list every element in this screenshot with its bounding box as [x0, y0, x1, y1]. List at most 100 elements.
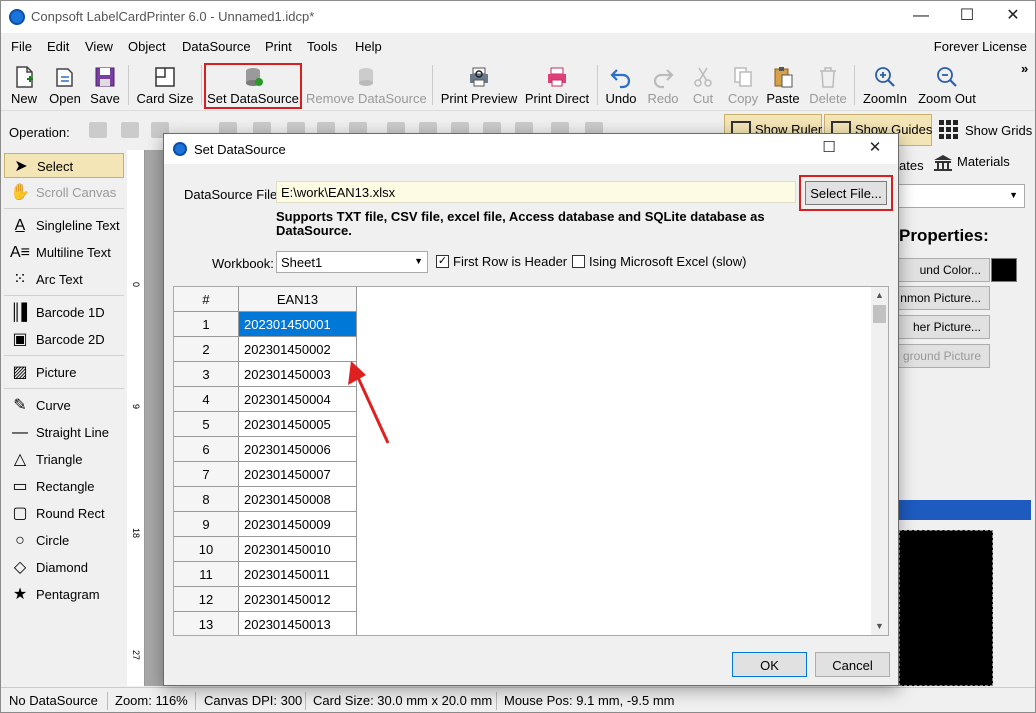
table-row[interactable]: 2 202301450002 [174, 337, 357, 362]
ean13-cell[interactable]: 202301450004 [239, 387, 357, 412]
dialog-app-icon [173, 142, 187, 156]
zoom-out-button[interactable]: Zoom Out [915, 61, 979, 109]
bring-front-icon[interactable] [89, 122, 107, 138]
send-back-icon[interactable] [121, 122, 139, 138]
tool-curve[interactable]: ✎ Curve [4, 393, 124, 418]
remove-datasource-button[interactable]: Remove DataSource [306, 61, 427, 109]
cut-button[interactable]: Cut [689, 61, 717, 109]
tool-select[interactable]: ➤ Select [4, 153, 124, 178]
ean13-cell[interactable]: 202301450013 [239, 612, 357, 635]
tool-barcode-2d[interactable]: ▣ Barcode 2D [4, 327, 124, 352]
dialog-maximize-button[interactable]: ☐ [806, 134, 852, 164]
scroll-down-icon[interactable]: ▼ [871, 618, 888, 635]
ean13-cell[interactable]: 202301450011 [239, 562, 357, 587]
copy-button[interactable]: Copy [725, 61, 761, 109]
menu-edit[interactable]: Edit [47, 39, 69, 54]
ean13-cell[interactable]: 202301450008 [239, 487, 357, 512]
ean13-cell[interactable]: 202301450012 [239, 587, 357, 612]
first-row-header-checkbox[interactable]: ✓ First Row is Header [436, 254, 567, 269]
print-preview-button[interactable]: Print Preview [439, 61, 519, 109]
cancel-button[interactable]: Cancel [815, 652, 890, 677]
common-picture-button[interactable]: nmon Picture... [887, 286, 990, 310]
table-row[interactable]: 4 202301450004 [174, 387, 357, 412]
workbook-select[interactable]: Sheet1 ▼ [276, 251, 428, 273]
data-preview-grid[interactable]: # EAN13 1 202301450001 2 202301450002 3 20230… [173, 286, 889, 636]
delete-button[interactable]: Delete [807, 61, 849, 109]
table-row[interactable]: 3 202301450003 [174, 362, 357, 387]
datasource-file-field[interactable]: E:\work\EAN13.xlsx [276, 181, 796, 203]
grid-header-ean13[interactable]: EAN13 [239, 287, 357, 312]
tab-materials[interactable]: Materials [933, 154, 1010, 171]
menu-tools[interactable]: Tools [307, 39, 337, 54]
open-button[interactable]: Open [47, 61, 83, 109]
table-row[interactable]: 1 202301450001 [174, 312, 357, 337]
table-row[interactable]: 10 202301450010 [174, 537, 357, 562]
checkbox-empty-icon [572, 255, 585, 268]
tool-diamond[interactable]: ◇ Diamond [4, 555, 124, 580]
close-button[interactable]: ✕ [990, 1, 1035, 33]
tool-circle[interactable]: ○ Circle [4, 528, 124, 553]
ok-button[interactable]: OK [732, 652, 807, 677]
background-color-button[interactable]: und Color... [887, 258, 990, 282]
table-row[interactable]: 11 202301450011 [174, 562, 357, 587]
table-row[interactable]: 13 202301450013 [174, 612, 357, 635]
table-row[interactable]: 6 202301450006 [174, 437, 357, 462]
other-picture-button[interactable]: her Picture... [887, 315, 990, 339]
tab-templates[interactable]: ates [899, 158, 924, 173]
tool-multiline-text[interactable]: A≡ Multiline Text [4, 240, 124, 265]
object-select-combo[interactable]: ▼ [897, 184, 1025, 208]
ean13-cell[interactable]: 202301450010 [239, 537, 357, 562]
toolbar-overflow-button[interactable]: » [1021, 61, 1028, 76]
paste-button[interactable]: Paste [765, 61, 801, 109]
scroll-up-icon[interactable]: ▲ [871, 287, 888, 304]
table-row[interactable]: 8 202301450008 [174, 487, 357, 512]
background-picture-button[interactable]: ground Picture [887, 344, 990, 368]
menu-file[interactable]: File [11, 39, 32, 54]
menu-help[interactable]: Help [355, 39, 382, 54]
dialog-close-button[interactable]: ✕ [852, 134, 898, 164]
undo-button[interactable]: Undo [603, 61, 639, 109]
ean13-cell[interactable]: 202301450007 [239, 462, 357, 487]
new-button[interactable]: New [7, 61, 41, 109]
ean13-cell[interactable]: 202301450005 [239, 412, 357, 437]
ean13-cell[interactable]: 202301450006 [239, 437, 357, 462]
tool-scroll-canvas[interactable]: ✋ Scroll Canvas [4, 180, 124, 205]
table-row[interactable]: 9 202301450009 [174, 512, 357, 537]
ean13-cell[interactable]: 202301450009 [239, 512, 357, 537]
ean13-cell[interactable]: 202301450002 [239, 337, 357, 362]
menu-view[interactable]: View [85, 39, 113, 54]
print-direct-button[interactable]: Print Direct [523, 61, 591, 109]
tool-round-rect[interactable]: ▢ Round Rect [4, 501, 124, 526]
redo-button[interactable]: Redo [645, 61, 681, 109]
card-size-button[interactable]: Card Size [135, 61, 195, 109]
ean13-cell[interactable]: 202301450001 [239, 312, 357, 337]
row-index: 2 [174, 337, 239, 362]
tool-singleline-text[interactable]: A̲ Singleline Text [4, 213, 124, 238]
table-row[interactable]: 7 202301450007 [174, 462, 357, 487]
menu-datasource[interactable]: DataSource [182, 39, 251, 54]
maximize-button[interactable]: ☐ [944, 1, 990, 33]
menu-object[interactable]: Object [128, 39, 166, 54]
circle-icon: ○ [15, 532, 25, 549]
table-row[interactable]: 12 202301450012 [174, 587, 357, 612]
ean13-cell[interactable]: 202301450003 [239, 362, 357, 387]
using-excel-checkbox[interactable]: Ising Microsoft Excel (slow) [572, 254, 746, 269]
minimize-button[interactable]: — [898, 1, 944, 33]
tool-picture[interactable]: ▨ Picture [4, 360, 124, 385]
row-index: 6 [174, 437, 239, 462]
scroll-thumb[interactable] [873, 305, 886, 323]
tool-rectangle[interactable]: ▭ Rectangle [4, 474, 124, 499]
background-color-swatch[interactable] [991, 258, 1017, 282]
show-grids-toggle[interactable]: Show Grids [939, 120, 1032, 140]
tool-straight-line[interactable]: — Straight Line [4, 420, 124, 445]
tools-separator [4, 295, 124, 296]
tool-arc-text[interactable]: ⁙ Arc Text [4, 267, 124, 292]
menu-print[interactable]: Print [265, 39, 292, 54]
tool-barcode-1d[interactable]: ║▌ Barcode 1D [4, 300, 124, 325]
grid-vertical-scrollbar[interactable]: ▲ ▼ [871, 287, 888, 635]
table-row[interactable]: 5 202301450005 [174, 412, 357, 437]
zoom-in-button[interactable]: ZoomIn [860, 61, 910, 109]
tool-pentagram[interactable]: ★ Pentagram [4, 582, 124, 607]
save-button[interactable]: Save [89, 61, 121, 109]
tool-triangle[interactable]: △ Triangle [4, 447, 124, 472]
